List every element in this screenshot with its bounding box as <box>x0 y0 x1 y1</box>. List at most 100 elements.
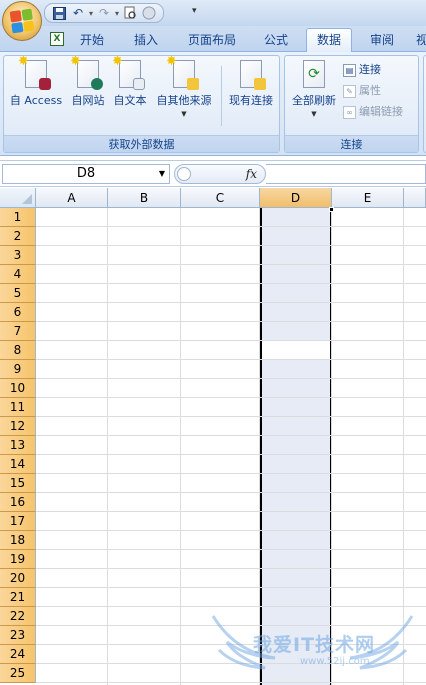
dropdown-arrow-icon: ▼ <box>311 110 317 118</box>
row-gridline <box>36 302 426 303</box>
undo-icon[interactable]: ↶ <box>70 5 86 21</box>
row-header[interactable]: 3 <box>0 246 36 265</box>
refresh-icon: ⟳ <box>303 60 325 88</box>
row-header[interactable]: 8 <box>0 341 36 360</box>
row-gridline <box>36 378 426 379</box>
row-gridline <box>36 454 426 455</box>
connections-icon: ▤ <box>343 63 356 77</box>
row-header[interactable]: 22 <box>0 607 36 626</box>
edit-links-button[interactable]: ∞ 编辑链接 <box>343 103 403 121</box>
tab-data[interactable]: 数据 <box>306 28 352 52</box>
row-header[interactable]: 15 <box>0 474 36 493</box>
row-header[interactable]: 6 <box>0 303 36 322</box>
row-header[interactable]: 4 <box>0 265 36 284</box>
formula-bar: D8 ▼ fx <box>0 160 426 187</box>
row-header[interactable]: 18 <box>0 531 36 550</box>
from-text-button[interactable]: ✸ 自文本 <box>110 55 150 108</box>
row-gridline <box>36 530 426 531</box>
from-other-sources-button[interactable]: ✸ 自其他来源 ▼ <box>152 55 216 118</box>
tab-page-layout[interactable]: 页面布局 <box>180 29 244 52</box>
row-gridline <box>36 264 426 265</box>
existing-connections-button[interactable]: 现有连接 <box>224 60 278 108</box>
row-gridline <box>36 245 426 246</box>
row-header[interactable]: 23 <box>0 626 36 645</box>
row-header[interactable]: 1 <box>0 208 36 227</box>
row-gridline <box>36 568 426 569</box>
column-gridline <box>259 208 260 685</box>
print-preview-icon[interactable] <box>122 5 138 21</box>
tab-formulas[interactable]: 公式 <box>254 29 298 52</box>
customize-qat-icon[interactable]: ▾ <box>192 6 197 16</box>
worksheet-grid[interactable]: A B C D E 1 2 3 4 5 6 7 8 9 10 11 12 13 14 15 16 17 18 19 2… <box>0 188 426 685</box>
row-gridline <box>36 321 426 322</box>
refresh-all-button[interactable]: ⟳ 全部刷新 ▼ <box>288 60 340 118</box>
expand-circle-icon[interactable] <box>177 167 191 181</box>
link-icon: ∞ <box>343 105 356 119</box>
undo-dropdown-icon[interactable]: ▾ <box>89 9 93 18</box>
row-gridline <box>36 625 426 626</box>
column-gridline <box>331 208 332 685</box>
redo-icon[interactable]: ↷ <box>96 5 112 21</box>
tab-insert[interactable]: 插入 <box>124 29 168 52</box>
other-sources-icon: ✸ <box>166 55 199 90</box>
connections-button[interactable]: ▤ 连接 <box>343 61 381 79</box>
column-header-c[interactable]: C <box>181 188 260 208</box>
row-header[interactable]: 2 <box>0 227 36 246</box>
column-gridline <box>180 208 181 685</box>
name-box[interactable]: D8 ▼ <box>2 164 170 184</box>
ribbon-tabs: X 开始 插入 页面布局 公式 数据 审阅 视 <box>0 26 426 52</box>
formula-input[interactable] <box>266 164 426 184</box>
row-gridline <box>36 587 426 588</box>
column-header-f[interactable] <box>404 188 426 208</box>
row-header[interactable]: 14 <box>0 455 36 474</box>
access-icon: ✸ <box>18 55 51 90</box>
office-button[interactable] <box>2 1 42 41</box>
save-icon[interactable] <box>51 5 67 21</box>
select-all-button[interactable] <box>0 188 36 208</box>
selected-column-highlight <box>260 208 332 685</box>
insert-function-button[interactable]: fx <box>246 165 257 183</box>
row-gridline <box>36 511 426 512</box>
tab-review[interactable]: 审阅 <box>360 29 404 52</box>
text-file-icon: ✸ <box>112 55 145 90</box>
group-label: 连接 <box>285 135 418 152</box>
redo-dropdown-icon[interactable]: ▾ <box>115 9 119 18</box>
row-header[interactable]: 21 <box>0 588 36 607</box>
row-header[interactable]: 20 <box>0 569 36 588</box>
row-gridline <box>36 283 426 284</box>
fill-handle[interactable] <box>329 207 334 212</box>
row-header[interactable]: 19 <box>0 550 36 569</box>
name-box-dropdown-icon[interactable]: ▼ <box>159 165 165 183</box>
office-logo-icon <box>9 8 35 34</box>
column-header-e[interactable]: E <box>332 188 404 208</box>
row-gridline <box>36 492 426 493</box>
column-header-a[interactable]: A <box>36 188 108 208</box>
row-header[interactable]: 17 <box>0 512 36 531</box>
from-web-button[interactable]: ✸ 自网站 <box>68 55 108 108</box>
row-header[interactable]: 5 <box>0 284 36 303</box>
group-label: 获取外部数据 <box>4 135 279 152</box>
circle-button-icon[interactable] <box>141 5 157 21</box>
properties-button[interactable]: ✎ 属性 <box>343 82 381 100</box>
tab-view[interactable]: 视 <box>412 29 426 52</box>
column-header-d[interactable]: D <box>260 188 332 208</box>
group-connections: ⟳ 全部刷新 ▼ ▤ 连接 ✎ 属性 ∞ 编辑链接 连接 <box>284 55 419 153</box>
group-get-external-data: ✸ 自 Access ✸ 自网站 ✸ 自文本 ✸ 自其他来源 ▼ 现有连接 获取… <box>3 55 280 153</box>
row-header[interactable]: 25 <box>0 664 36 683</box>
row-gridline <box>36 397 426 398</box>
row-gridline <box>36 416 426 417</box>
row-header[interactable]: 10 <box>0 379 36 398</box>
row-gridline <box>36 226 426 227</box>
row-header[interactable]: 24 <box>0 645 36 664</box>
row-header[interactable]: 7 <box>0 322 36 341</box>
column-header-b[interactable]: B <box>108 188 181 208</box>
tab-home[interactable]: 开始 <box>72 29 112 52</box>
active-cell[interactable] <box>262 341 330 360</box>
row-header[interactable]: 11 <box>0 398 36 417</box>
row-header[interactable]: 12 <box>0 417 36 436</box>
row-header[interactable]: 16 <box>0 493 36 512</box>
row-header[interactable]: 13 <box>0 436 36 455</box>
from-access-button[interactable]: ✸ 自 Access <box>6 55 66 108</box>
column-gridline <box>107 208 108 685</box>
row-header[interactable]: 9 <box>0 360 36 379</box>
